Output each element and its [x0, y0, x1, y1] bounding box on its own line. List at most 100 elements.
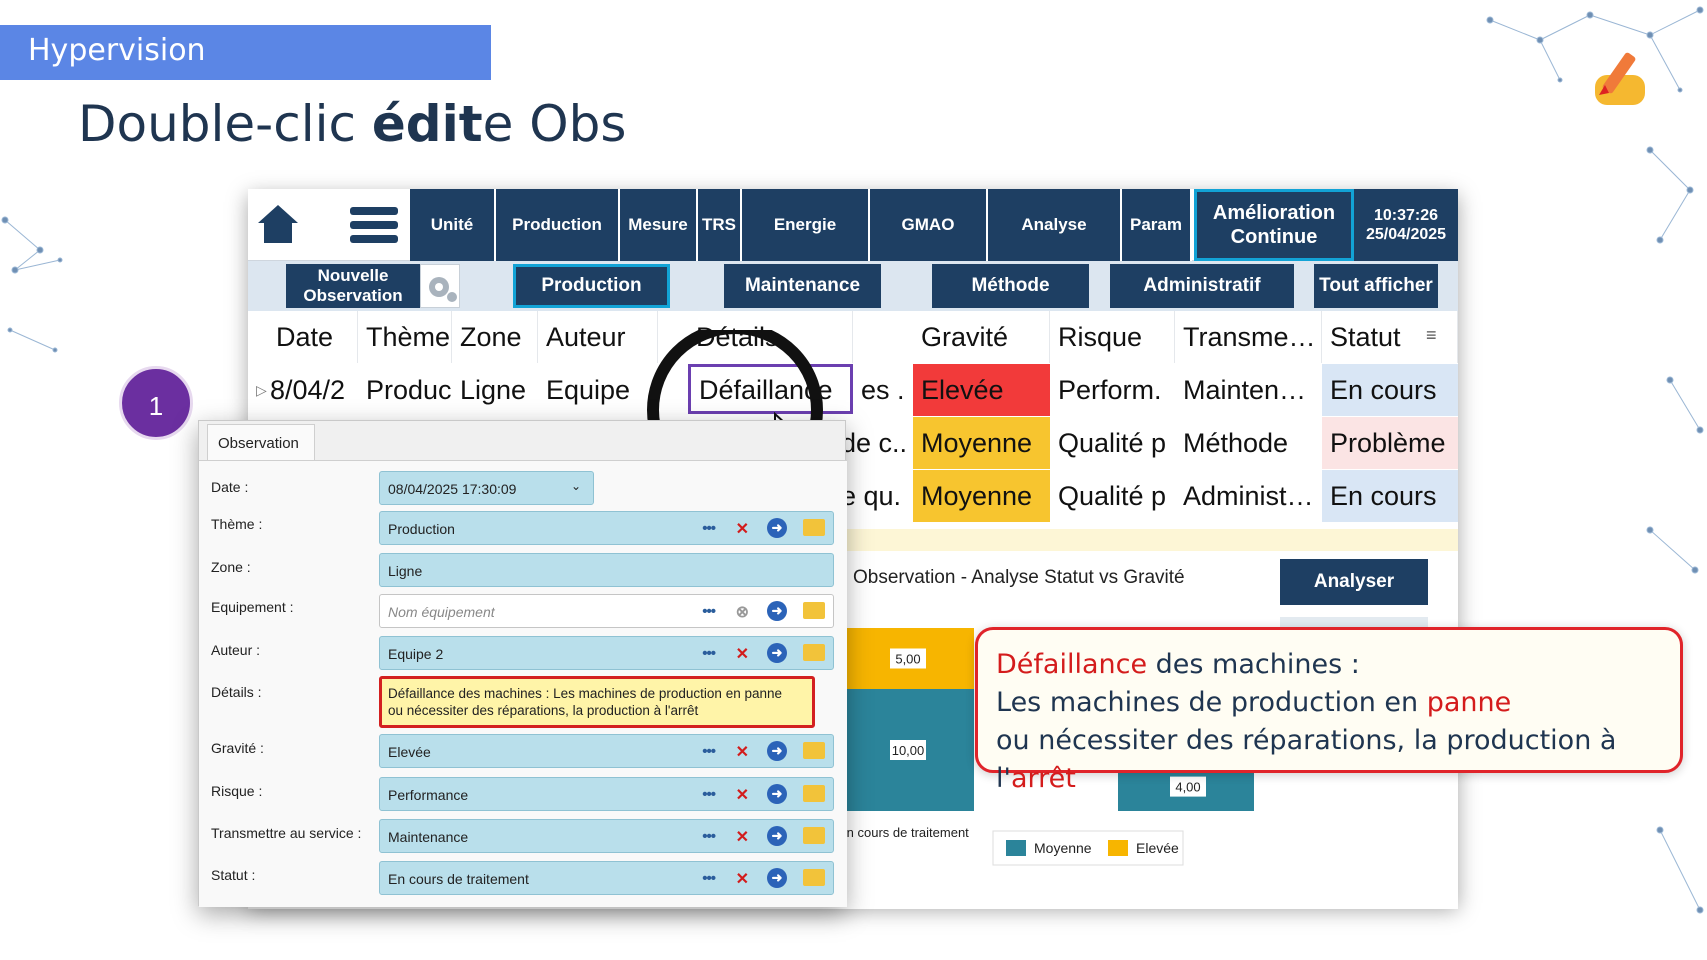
theme-field[interactable]: Production ••• ✕ ➜	[379, 511, 834, 545]
folder-icon[interactable]	[803, 644, 825, 661]
cell-statut[interactable]: En cours	[1322, 470, 1458, 522]
clear-icon[interactable]: ✕	[736, 644, 749, 664]
legend-label: Elevée	[1136, 840, 1179, 856]
details-field[interactable]: Défaillance des machines : Les machines …	[379, 676, 815, 728]
more-icon[interactable]: •••	[702, 645, 716, 662]
col-theme[interactable]: Thème	[358, 311, 452, 363]
filter-administratif[interactable]: Administratif	[1110, 264, 1294, 308]
nav-trs[interactable]: TRS	[698, 189, 742, 261]
cell-statut[interactable]: Problème	[1322, 417, 1458, 469]
data-label: 5,00	[895, 652, 920, 667]
arrow-right-icon[interactable]: ➜	[767, 784, 787, 804]
clear-icon[interactable]: ✕	[736, 785, 749, 805]
col-gravite[interactable]: Gravité	[913, 311, 1050, 363]
nav-unite[interactable]: Unité	[410, 189, 496, 261]
nav-production[interactable]: Production	[496, 189, 620, 261]
nav-analyse[interactable]: Analyse	[988, 189, 1122, 261]
cell-zone[interactable]: Ligne	[452, 364, 538, 416]
arrow-right-icon[interactable]: ➜	[767, 868, 787, 888]
statut-field[interactable]: En cours de traitement ••• ✕ ➜	[379, 861, 834, 895]
callout-word1: Défaillance	[996, 649, 1148, 680]
folder-icon[interactable]	[803, 602, 825, 619]
folder-icon[interactable]	[803, 869, 825, 886]
label-transmettre: Transmettre au service :	[211, 825, 362, 841]
details-line2: ou nécessiter des réparations, la produc…	[388, 703, 699, 718]
cell-gravite[interactable]: Elevée	[913, 364, 1050, 416]
home-icon[interactable]	[256, 203, 300, 250]
cell-statut[interactable]: En cours	[1322, 364, 1458, 416]
filter-methode[interactable]: Méthode	[932, 264, 1089, 308]
more-icon[interactable]: •••	[702, 743, 716, 760]
filter-production[interactable]: Production	[513, 264, 670, 308]
col-zone[interactable]: Zone	[452, 311, 538, 363]
tab-observation[interactable]: Observation	[207, 424, 315, 460]
filter-maintenance[interactable]: Maintenance	[724, 264, 881, 308]
clear-circle-icon[interactable]: ⊗	[736, 602, 749, 622]
nav-energie[interactable]: Energie	[742, 189, 870, 261]
label-risque: Risque :	[211, 783, 263, 799]
risque-field[interactable]: Performance ••• ✕ ➜	[379, 777, 834, 811]
more-icon[interactable]: •••	[702, 870, 716, 887]
analyser-button[interactable]: Analyser	[1280, 559, 1428, 605]
label-details: Détails :	[211, 684, 262, 700]
auteur-field[interactable]: Equipe 2 ••• ✕ ➜	[379, 636, 834, 670]
filter-bar: Nouvelle Observation Production Maintena…	[248, 261, 1458, 311]
clear-icon[interactable]: ✕	[736, 742, 749, 762]
label-auteur: Auteur :	[211, 642, 261, 658]
nav-mesure[interactable]: Mesure	[620, 189, 698, 261]
clear-icon[interactable]: ✕	[736, 519, 749, 539]
folder-icon[interactable]	[803, 785, 825, 802]
cell-theme[interactable]: Produc	[358, 364, 452, 416]
arrow-right-icon[interactable]: ➜	[767, 643, 787, 663]
more-icon[interactable]: •••	[702, 828, 716, 845]
arrow-right-icon[interactable]: ➜	[767, 826, 787, 846]
cell-details-tail[interactable]: es .	[853, 364, 913, 416]
arrow-right-icon[interactable]: ➜	[767, 518, 787, 538]
date-field[interactable]: 08/04/2025 17:30:09 ⌄	[379, 471, 594, 505]
title-bold: édit	[371, 95, 483, 153]
nav-gmao[interactable]: GMAO	[870, 189, 988, 261]
details-callout: Défaillance des machines : Les machines …	[975, 627, 1683, 794]
cell-date[interactable]: 8/04/2	[262, 364, 358, 416]
cell-gravite[interactable]: Moyenne	[913, 417, 1050, 469]
chevron-down-icon[interactable]: ⌄	[571, 479, 581, 493]
zone-field[interactable]: Ligne	[379, 553, 834, 587]
more-icon[interactable]: •••	[702, 603, 716, 620]
new-observation-button[interactable]: Nouvelle Observation	[286, 264, 420, 308]
cell-transmettre[interactable]: Mainten…	[1175, 364, 1322, 416]
folder-icon[interactable]	[803, 827, 825, 844]
col-transmettre[interactable]: Transme…	[1175, 311, 1322, 363]
more-icon[interactable]: •••	[702, 786, 716, 803]
cell-transmettre[interactable]: Méthode	[1175, 417, 1322, 469]
clear-icon[interactable]: ✕	[736, 869, 749, 889]
menu-icon[interactable]	[350, 207, 398, 248]
filter-icon[interactable]: ≡	[1426, 325, 1437, 346]
col-statut[interactable]: Statut	[1322, 311, 1458, 363]
cell-transmettre[interactable]: Administ…	[1175, 470, 1322, 522]
arrow-right-icon[interactable]: ➜	[767, 601, 787, 621]
folder-icon[interactable]	[803, 742, 825, 759]
cell-risque[interactable]: Perform.	[1050, 364, 1175, 416]
cell-risque[interactable]: Qualité p	[1050, 417, 1175, 469]
arrow-right-icon[interactable]: ➜	[767, 741, 787, 761]
dialog-body: Date : 08/04/2025 17:30:09 ⌄ Thème : Pro…	[199, 460, 847, 907]
col-date[interactable]: Date	[268, 311, 358, 363]
more-icon[interactable]: •••	[702, 520, 716, 537]
top-nav-bar: Unité Production Mesure TRS Energie GMAO…	[248, 189, 1458, 261]
gravite-field[interactable]: Elevée ••• ✕ ➜	[379, 734, 834, 768]
gear-icon[interactable]	[420, 264, 460, 308]
equipement-placeholder: Nom équipement	[388, 604, 495, 620]
date-value: 08/04/2025 17:30:09	[388, 481, 517, 497]
title-suffix: e Obs	[482, 95, 627, 153]
filter-tout-afficher[interactable]: Tout afficher	[1314, 264, 1438, 308]
cell-risque[interactable]: Qualité p	[1050, 470, 1175, 522]
nav-amelioration-continue[interactable]: Amélioration Continue	[1194, 189, 1354, 261]
label-equipement: Equipement :	[211, 599, 294, 615]
folder-icon[interactable]	[803, 519, 825, 536]
transmettre-field[interactable]: Maintenance ••• ✕ ➜	[379, 819, 834, 853]
equipement-field[interactable]: Nom équipement ••• ⊗ ➜	[379, 594, 834, 628]
clear-icon[interactable]: ✕	[736, 827, 749, 847]
cell-gravite[interactable]: Moyenne	[913, 470, 1050, 522]
nav-param[interactable]: Param	[1122, 189, 1192, 261]
col-risque[interactable]: Risque	[1050, 311, 1175, 363]
